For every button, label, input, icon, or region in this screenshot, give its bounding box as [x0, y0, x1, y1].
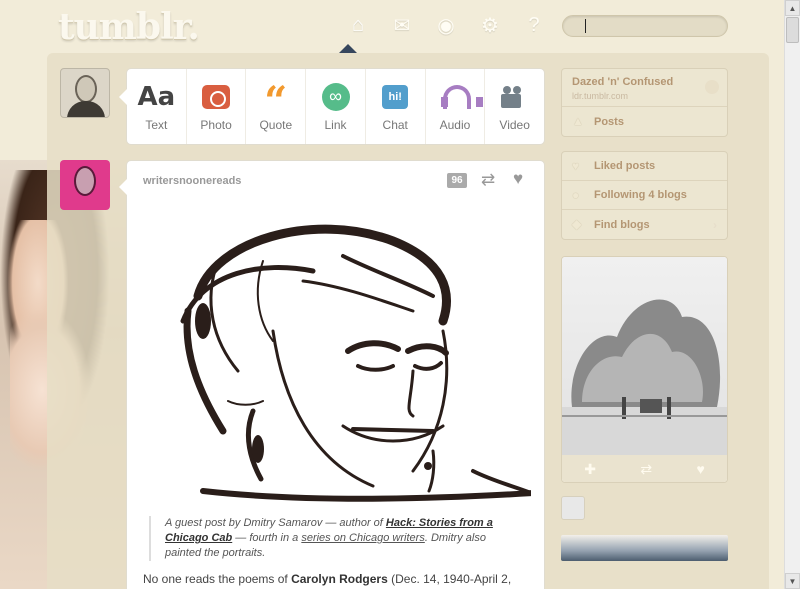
sidebar-menu: ♥ Liked posts ● Following 4 blogs ◆ Find… [561, 151, 728, 240]
video-camera-icon [500, 85, 529, 108]
dashboard-post: writersnoonereads 96 ⇄ ♥ A guest post by… [119, 160, 545, 589]
post-type-link[interactable]: ∞ Link [306, 69, 366, 144]
avatar-body [67, 101, 105, 117]
heart-icon[interactable]: ♥ [513, 169, 523, 189]
post-type-label: Chat [382, 117, 408, 132]
post-body-text: No one reads the poems of Carolyn Rodger… [143, 571, 533, 589]
post-type-label: Link [324, 117, 347, 132]
search-caret [585, 19, 586, 33]
radar-user[interactable] [561, 493, 728, 523]
poet-name: Carolyn Rodgers [291, 572, 388, 586]
body-text: No one reads the poems of [143, 572, 292, 586]
add-icon[interactable]: ✚ [584, 461, 596, 478]
sidebar-item-label: Liked posts [594, 160, 656, 172]
sidebar-blog-box: Dazed 'n' Confused ldr.tumblr.com ▲ Post… [561, 68, 728, 137]
wrapped-trees-photo [562, 299, 727, 455]
post-type-label: Text [145, 117, 168, 132]
sidebar-item-liked-posts[interactable]: ♥ Liked posts [562, 152, 727, 181]
headphones-icon [440, 84, 483, 109]
post-type-chat[interactable]: hi! Chat [366, 69, 426, 144]
scroll-down-arrow-icon[interactable]: ▼ [785, 573, 800, 589]
chat-icon: hi! [382, 84, 409, 109]
radar-post: ✚ ⇄ ♥ [561, 256, 728, 483]
quote-icon: “ [264, 77, 288, 125]
post-type-label: Video [499, 117, 530, 132]
sidebar-item-label: Posts [594, 115, 624, 128]
caption-text: — fourth in a [232, 532, 302, 544]
text-icon: Aa [137, 81, 176, 112]
post-photo-portrait[interactable] [143, 201, 536, 506]
camera-icon [202, 84, 231, 109]
sidebar-item-following[interactable]: ● Following 4 blogs [562, 181, 727, 210]
blog-title: Dazed 'n' Confused [572, 76, 674, 88]
posts-icon: ▲ [572, 114, 584, 128]
scrollbar-thumb[interactable] [786, 17, 799, 43]
ink-portrait-illustration [180, 224, 536, 502]
heart-icon: ♥ [572, 159, 580, 173]
heart-icon[interactable]: ♥ [696, 461, 704, 477]
series-link[interactable]: series on Chicago writers [301, 532, 425, 544]
scroll-up-arrow-icon[interactable]: ▲ [785, 0, 800, 16]
sidebar-next-box[interactable] [561, 535, 728, 561]
search-input[interactable] [562, 15, 728, 37]
post-type-photo[interactable]: Photo [187, 69, 247, 144]
sidebar-item-posts[interactable]: ▲ Posts [562, 107, 727, 136]
home-icon[interactable]: ⌂ [336, 12, 380, 38]
top-bar: tumblr. ⌂ ✉ ◉ ⚙ ? [0, 0, 800, 53]
people-icon: ● [572, 188, 580, 202]
radar-user-avatar [561, 496, 585, 520]
inbox-icon[interactable]: ✉ [380, 12, 424, 38]
radar-photo[interactable] [562, 257, 727, 455]
post-type-text[interactable]: Aa Text [127, 69, 187, 144]
blog-settings-icon[interactable] [705, 80, 719, 94]
find-icon: ◆ [572, 217, 582, 231]
reblog-icon[interactable]: ⇄ [640, 461, 652, 478]
sidebar-item-label: Following 4 blogs [594, 189, 687, 201]
chevron-right-icon: › [713, 217, 717, 232]
avatar-head [74, 166, 96, 196]
blog-url: ldr.tumblr.com [572, 91, 629, 101]
sidebar-item-find-blogs[interactable]: ◆ Find blogs › [562, 210, 727, 239]
help-icon[interactable]: ? [512, 12, 556, 38]
nav-active-pointer [339, 44, 357, 53]
activity-icon[interactable]: ◉ [424, 12, 468, 38]
post-type-label: Quote [259, 117, 293, 132]
post-caption: A guest post by Dmitry Samarov — author … [149, 516, 509, 561]
radar-actions: ✚ ⇄ ♥ [562, 455, 727, 482]
scrollbar[interactable]: ▲ ▼ [784, 0, 800, 589]
post-type-video[interactable]: Video [485, 69, 544, 144]
nav-icons: ⌂ ✉ ◉ ⚙ ? [336, 12, 556, 38]
settings-icon[interactable]: ⚙ [468, 12, 512, 38]
reblog-icon[interactable]: ⇄ [481, 170, 495, 190]
post-type-quote[interactable]: “ Quote [246, 69, 307, 144]
post-type-label: Audio [439, 117, 471, 132]
my-avatar[interactable] [60, 68, 110, 118]
post-author-name[interactable]: writersnoonereads [143, 175, 241, 187]
notes-count-badge[interactable]: 96 [447, 173, 467, 188]
post-composer: Aa Text Photo “ Quote ∞ Link hi! Chat Au… [119, 68, 545, 145]
sidebar-blog-header[interactable]: Dazed 'n' Confused ldr.tumblr.com [562, 69, 727, 107]
link-icon: ∞ [321, 82, 350, 111]
tumblr-logo[interactable]: tumblr. [58, 6, 200, 48]
post-author-avatar[interactable] [60, 160, 110, 210]
sidebar-item-label: Find blogs [594, 218, 650, 231]
post-type-label: Photo [200, 117, 232, 132]
post-type-audio[interactable]: Audio [426, 69, 486, 144]
avatar-head [75, 75, 97, 103]
caption-text: A guest post by Dmitry Samarov — author … [165, 517, 386, 529]
